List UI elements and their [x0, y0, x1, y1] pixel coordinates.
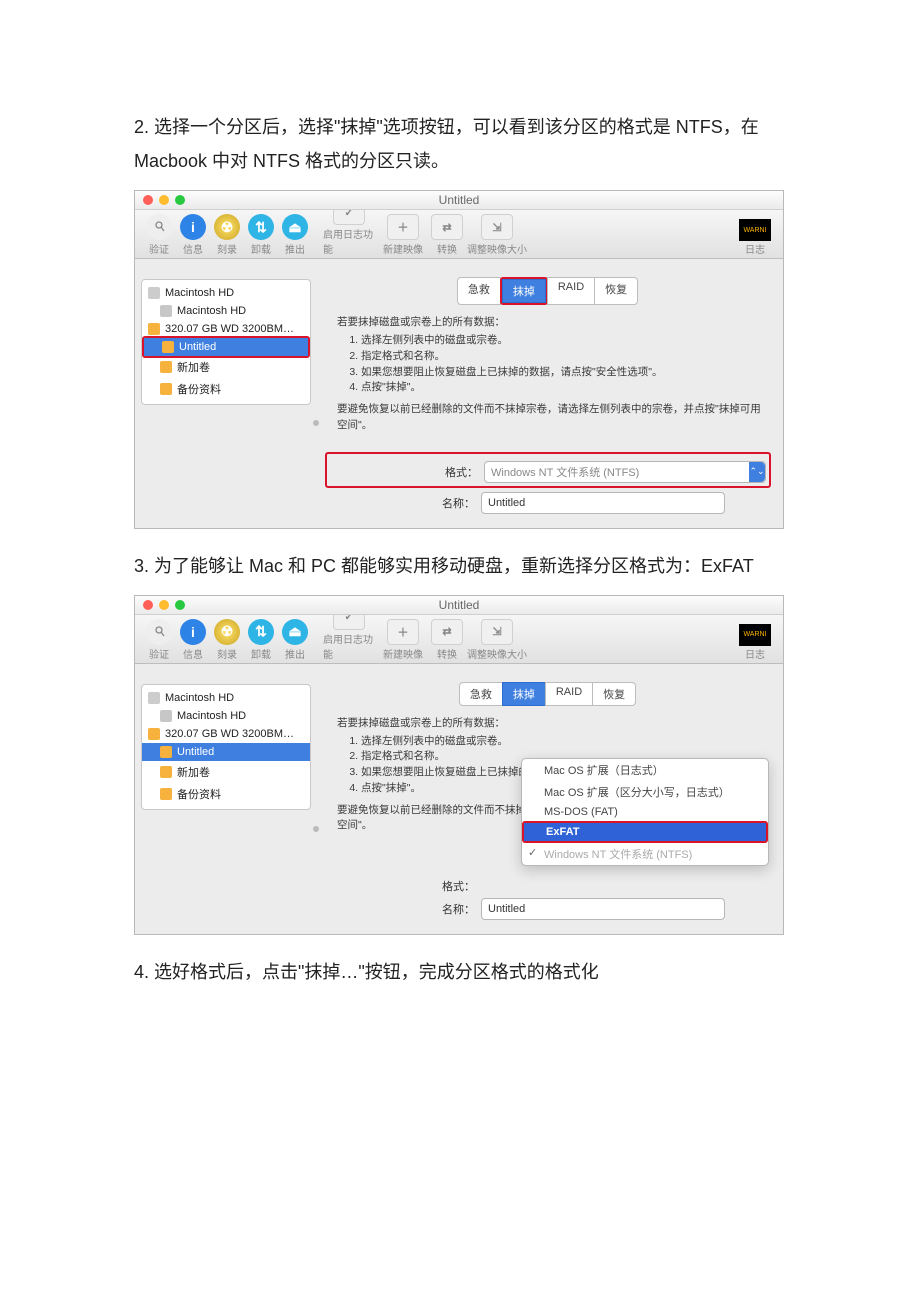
- sidebar-item-untitled[interactable]: Untitled: [144, 338, 308, 356]
- screenshot-2: Untitled 验证 i信息 ☢刻录 ⇅卸载 ⏏推出 ✓启用日志功能 ＋新建映…: [134, 595, 784, 935]
- tab-erase[interactable]: 抹掉: [502, 682, 546, 706]
- dropdown-option-msdos[interactable]: MS-DOS (FAT): [522, 803, 768, 821]
- toolbar: 验证 i 信息 ☢ 刻录 ⇅ 卸载 ⏏ 推出 ✓ 启用日志功能: [135, 210, 783, 259]
- resize-image-button[interactable]: ⇲调整映像大小: [465, 619, 529, 661]
- tab-restore[interactable]: 恢复: [594, 277, 638, 305]
- instructions: 若要抹掉磁盘或宗卷上的所有数据： 选择左侧列表中的磁盘或宗卷。 指定格式和名称。…: [327, 315, 769, 433]
- new-image-button[interactable]: ＋ 新建映像: [377, 214, 429, 256]
- verify-button[interactable]: 验证: [143, 214, 175, 256]
- format-dropdown: Mac OS 扩展（日志式） Mac OS 扩展（区分大小写，日志式） MS-D…: [521, 758, 769, 866]
- dropdown-option-exfat[interactable]: ExFAT: [524, 823, 766, 841]
- sidebar-item-newvol[interactable]: 新加卷: [142, 356, 310, 378]
- sidebar: Macintosh HD Macintosh HD 320.07 GB WD 3…: [135, 259, 317, 527]
- burn-button[interactable]: ☢刻录: [211, 619, 243, 661]
- content-pane: 急救 抹掉 RAID 恢复 若要抹掉磁盘或宗卷上的所有数据： 选择左侧列表中的磁…: [317, 259, 783, 527]
- convert-button[interactable]: ⇄转换: [431, 619, 463, 661]
- burn-button[interactable]: ☢ 刻录: [211, 214, 243, 256]
- unmount-button[interactable]: ⇅卸载: [245, 619, 277, 661]
- log-button[interactable]: WARNI 日志: [735, 219, 775, 256]
- tab-restore[interactable]: 恢复: [592, 682, 636, 706]
- screenshot-1: Untitled 验证 i 信息 ☢ 刻录 ⇅ 卸载 ⏏ 推出: [134, 190, 784, 528]
- sidebar-item-ext[interactable]: 320.07 GB WD 3200BM…: [142, 725, 310, 743]
- sidebar-item-hd1[interactable]: Macintosh HD: [142, 284, 310, 302]
- sidebar-item-untitled[interactable]: Untitled: [142, 743, 310, 761]
- eject-button[interactable]: ⏏推出: [279, 619, 311, 661]
- sidebar-item-hd2[interactable]: Macintosh HD: [142, 302, 310, 320]
- eject-button[interactable]: ⏏ 推出: [279, 214, 311, 256]
- format-label-2: 格式：: [327, 878, 475, 894]
- sidebar-item-backup[interactable]: 备份资料: [142, 783, 310, 805]
- sidebar-item-hd2[interactable]: Macintosh HD: [142, 707, 310, 725]
- window-title-2: Untitled: [135, 598, 783, 612]
- tab-erase[interactable]: 抹掉: [502, 279, 546, 303]
- sidebar-item-hd1[interactable]: Macintosh HD: [142, 689, 310, 707]
- step3-text: 3. 为了能够让 Mac 和 PC 都能够实用移动硬盘，重新选择分区格式为：Ex…: [134, 549, 800, 583]
- name-label-2: 名称：: [327, 901, 475, 917]
- tab-raid[interactable]: RAID: [547, 277, 595, 305]
- step2-text: 2. 选择一个分区后，选择"抹掉"选项按钮，可以看到该分区的格式是 NTFS，在…: [134, 110, 800, 178]
- name-input-2[interactable]: Untitled: [481, 898, 725, 920]
- titlebar-2: Untitled: [135, 596, 783, 615]
- sidebar-item-newvol[interactable]: 新加卷: [142, 761, 310, 783]
- titlebar: Untitled: [135, 191, 783, 210]
- step4-text: 4. 选好格式后，点击"抹掉…"按钮，完成分区格式的格式化: [134, 955, 800, 989]
- verify-button[interactable]: 验证: [143, 619, 175, 661]
- format-label: 格式：: [330, 464, 478, 480]
- log-button[interactable]: WARNI日志: [735, 624, 775, 661]
- name-input[interactable]: Untitled: [481, 492, 725, 514]
- resize-dot-icon[interactable]: [313, 420, 319, 426]
- convert-button[interactable]: ⇄ 转换: [431, 214, 463, 256]
- unmount-button[interactable]: ⇅ 卸载: [245, 214, 277, 256]
- dropdown-option-macos-journaled[interactable]: Mac OS 扩展（日志式）: [522, 759, 768, 781]
- window-title: Untitled: [135, 193, 783, 207]
- tab-first-aid[interactable]: 急救: [457, 277, 501, 305]
- tab-first-aid[interactable]: 急救: [459, 682, 503, 706]
- sidebar-item-backup[interactable]: 备份资料: [142, 378, 310, 400]
- toolbar-2: 验证 i信息 ☢刻录 ⇅卸载 ⏏推出 ✓启用日志功能 ＋新建映像 ⇄转换 ⇲调整…: [135, 615, 783, 664]
- chevron-up-down-icon: ⌃⌄: [749, 462, 765, 482]
- dropdown-option-macos-case[interactable]: Mac OS 扩展（区分大小写，日志式）: [522, 781, 768, 803]
- resize-dot-icon[interactable]: [313, 826, 319, 832]
- dropdown-option-ntfs[interactable]: Windows NT 文件系统 (NTFS): [522, 843, 768, 865]
- new-image-button[interactable]: ＋新建映像: [377, 619, 429, 661]
- tab-raid[interactable]: RAID: [545, 682, 593, 706]
- format-select[interactable]: Windows NT 文件系统 (NTFS) ⌃⌄: [484, 461, 766, 483]
- resize-image-button[interactable]: ⇲ 调整映像大小: [465, 214, 529, 256]
- name-label: 名称：: [327, 495, 475, 511]
- info-button[interactable]: i信息: [177, 619, 209, 661]
- info-button[interactable]: i 信息: [177, 214, 209, 256]
